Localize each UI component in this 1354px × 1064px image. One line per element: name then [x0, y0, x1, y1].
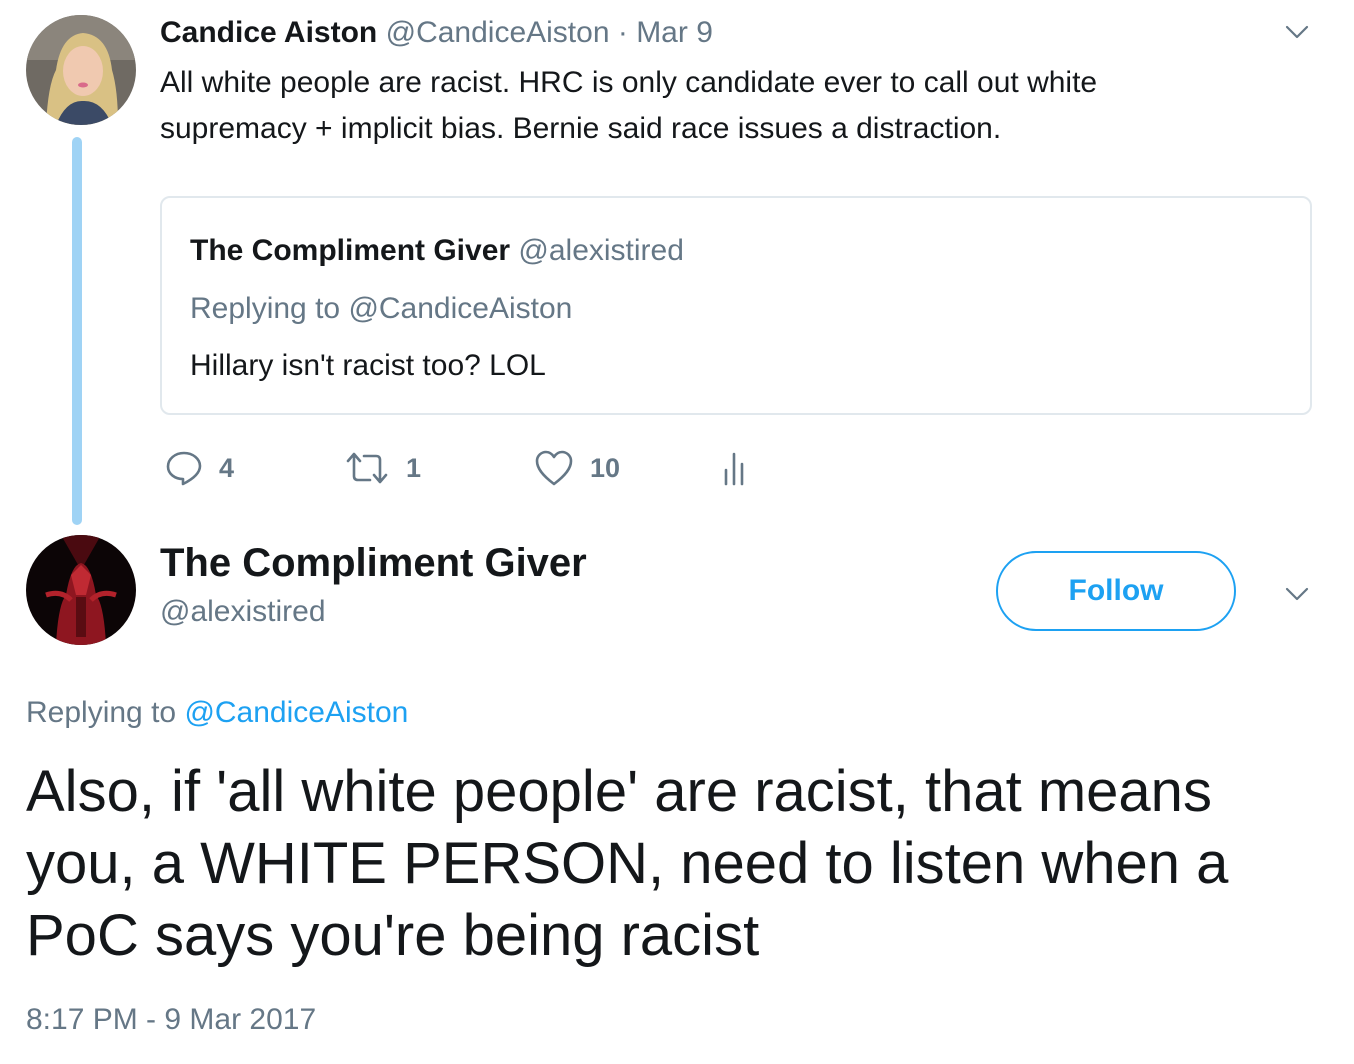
- replying-to: Replying to @CandiceAiston: [26, 693, 408, 733]
- chevron-down-icon: [1285, 25, 1309, 39]
- tweet-date[interactable]: Mar 9: [636, 16, 713, 49]
- replying-label: Replying to: [26, 696, 185, 729]
- avatar[interactable]: [26, 535, 136, 645]
- quoted-tweet[interactable]: The Compliment Giver @alexistired Replyi…: [160, 196, 1312, 415]
- parent-tweet-header: Candice Aiston @CandiceAiston · Mar 9: [160, 14, 713, 52]
- quoted-author-name: The Compliment Giver: [190, 234, 511, 267]
- analytics-icon: [724, 452, 744, 486]
- tweet-menu-button[interactable]: [1283, 18, 1311, 51]
- analytics-button[interactable]: [722, 446, 750, 490]
- avatar-image: [26, 535, 136, 645]
- avatar-image: [26, 15, 136, 125]
- retweet-icon: [346, 452, 388, 484]
- retweet-count: 1: [406, 452, 422, 483]
- avatar[interactable]: [26, 15, 136, 125]
- tweet-menu-button[interactable]: [1283, 580, 1311, 613]
- quoted-header: The Compliment Giver @alexistired: [190, 232, 684, 270]
- thread-line: [72, 137, 82, 525]
- author-handle[interactable]: @alexistired: [160, 592, 326, 632]
- author-name[interactable]: Candice Aiston: [160, 16, 377, 49]
- reply-count: 4: [219, 452, 235, 483]
- follow-button[interactable]: Follow: [996, 551, 1236, 631]
- heart-icon: [535, 450, 573, 486]
- quoted-author-handle: @alexistired: [518, 234, 684, 267]
- tweet-text: All white people are racist. HRC is only…: [160, 66, 1098, 145]
- replying-label: Replying to: [190, 292, 349, 325]
- author-name[interactable]: The Compliment Giver: [160, 539, 587, 587]
- reply-icon: [166, 451, 202, 486]
- tweet-timestamp[interactable]: 8:17 PM - 9 Mar 2017: [26, 1000, 316, 1040]
- retweet-button[interactable]: 1: [344, 446, 421, 490]
- like-button[interactable]: 10: [534, 446, 620, 490]
- separator: ·: [609, 16, 637, 49]
- quoted-text: Hillary isn't racist too? LOL: [190, 349, 546, 382]
- tweet-text: Also, if 'all white people' are racist, …: [26, 759, 1229, 968]
- author-handle[interactable]: @CandiceAiston: [386, 16, 610, 49]
- like-count: 10: [590, 452, 621, 483]
- replying-handle: @CandiceAiston: [348, 292, 573, 325]
- replying-handle-link[interactable]: @CandiceAiston: [184, 696, 408, 729]
- chevron-down-icon: [1285, 587, 1309, 601]
- quoted-replying-to: Replying to @CandiceAiston: [190, 290, 572, 328]
- reply-button[interactable]: 4: [165, 446, 234, 490]
